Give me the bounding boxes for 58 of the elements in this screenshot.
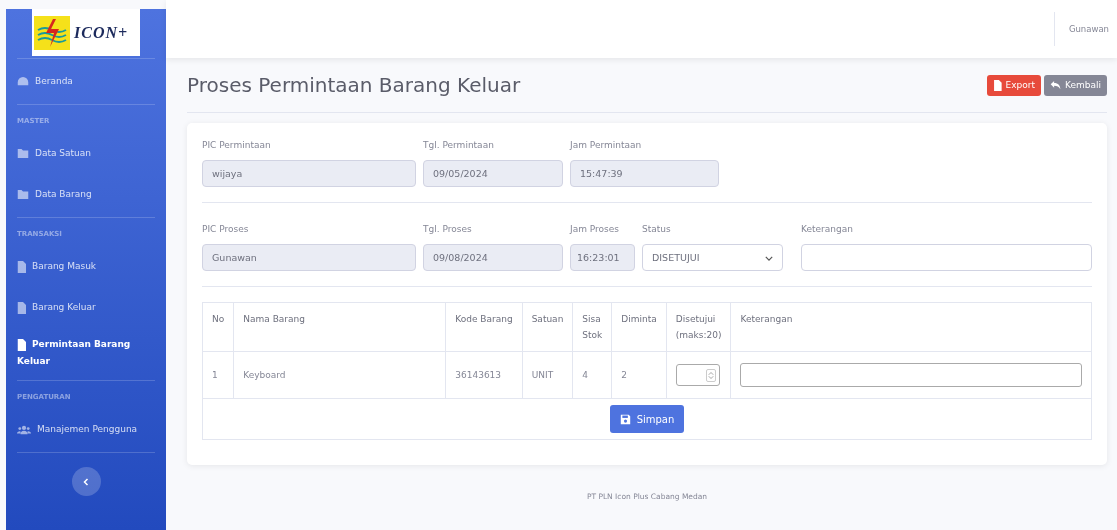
sidebar-item[interactable]: Data Satuan	[17, 133, 155, 174]
field-label: PIC Proses	[202, 223, 250, 236]
sidebar-item[interactable]: Beranda	[17, 61, 155, 102]
table-cell: 1	[202, 351, 234, 399]
collapse-button[interactable]	[71, 467, 101, 496]
export-button[interactable]: Export	[986, 74, 1041, 96]
column-header: No	[202, 302, 234, 352]
column-header: Satuan	[522, 302, 573, 352]
sidebar-item[interactable]: Barang Keluar	[17, 287, 155, 328]
file-icon	[17, 260, 26, 273]
field-label: Keterangan	[801, 223, 854, 236]
field-label: Tgl. Proses	[423, 223, 473, 236]
column-header: Kode Barang	[445, 302, 523, 352]
spinner-icon[interactable]	[705, 368, 716, 382]
logo-mark-icon	[34, 15, 70, 50]
file-icon	[17, 338, 26, 351]
input-field: 09/05/2024	[423, 160, 563, 187]
input-field: wijaya	[202, 160, 416, 187]
column-header: Disetujui (maks:20)	[666, 302, 731, 352]
table-cell: 4	[572, 351, 612, 399]
sidebar-item[interactable]: Data Barang	[17, 174, 155, 215]
field-label: PIC Permintaan	[202, 139, 272, 152]
sidebar-item[interactable]: Permintaan Barang Keluar	[17, 328, 155, 378]
table-cell: 36143613	[445, 351, 523, 399]
input-field: 09/08/2024	[423, 244, 563, 271]
gauge-icon	[17, 76, 29, 87]
field-label: Jam Proses	[570, 223, 620, 236]
input-field: 15:47:39	[570, 160, 719, 187]
save-button[interactable]: Simpan	[609, 405, 685, 433]
back-button[interactable]: Kembali	[1044, 74, 1107, 96]
column-header: Keterangan	[730, 302, 1092, 352]
folder-icon	[17, 189, 29, 200]
input-field: 16:23:01	[570, 244, 635, 271]
user-name[interactable]: Gunawan	[1053, 12, 1109, 46]
column-header: Diminta	[611, 302, 667, 352]
file-icon	[17, 301, 26, 314]
reply-icon	[1050, 80, 1061, 90]
folder-icon	[17, 148, 29, 159]
table-cell: 2	[611, 351, 667, 399]
logo-text: ICON+	[74, 23, 129, 42]
column-header: Sisa Stok	[572, 302, 612, 352]
status-select[interactable]: DISETUJUI	[642, 244, 783, 271]
table-cell: Keyboard	[233, 351, 446, 399]
input-field[interactable]	[801, 244, 1092, 271]
sidebar-item[interactable]: Barang Masuk	[17, 246, 155, 287]
field-label: Status	[642, 223, 672, 236]
chevron-left-icon	[83, 477, 89, 486]
users-icon	[17, 424, 31, 435]
input-field: Gunawan	[202, 244, 416, 271]
field-label: Jam Permintaan	[570, 139, 643, 152]
input-field[interactable]	[740, 363, 1082, 387]
field-label: Tgl. Permintaan	[423, 139, 495, 152]
page-title: Proses Permintaan Barang Keluar	[187, 73, 521, 97]
sidebar-item[interactable]: Manajemen Pengguna	[17, 409, 155, 450]
document-icon	[992, 79, 1002, 91]
number-input[interactable]	[675, 364, 720, 386]
table-cell: UNIT	[522, 351, 573, 399]
column-header: Nama Barang	[233, 302, 446, 352]
